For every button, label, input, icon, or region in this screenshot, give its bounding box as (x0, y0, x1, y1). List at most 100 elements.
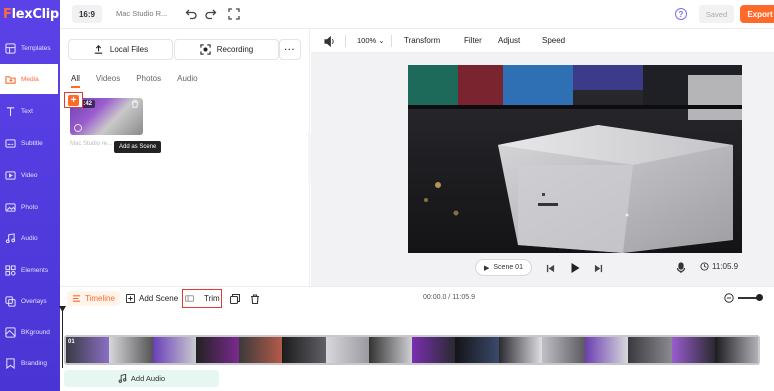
sidebar-label: Text (21, 107, 33, 115)
speed-button[interactable]: Speed (542, 36, 565, 45)
sidebar-label: Templates (21, 44, 51, 52)
add-as-scene-button[interactable]: + (64, 92, 83, 108)
media-folder-icon (5, 75, 16, 84)
flexclip-logo[interactable]: FlexClip (3, 7, 59, 22)
project-name[interactable]: Mac Studio R... (116, 9, 167, 18)
clock-icon (700, 262, 709, 271)
trim-highlight (182, 289, 222, 308)
sidebar-label: Media (21, 75, 39, 83)
video-preview[interactable] (408, 65, 742, 253)
clip-frame (325, 337, 369, 363)
sidebar-label: BKground (21, 328, 50, 336)
branding-icon (6, 357, 15, 369)
sidebar-item-elements[interactable]: Elements (0, 255, 60, 285)
flexclip-editor: FlexClip Templates Media Text Subtitle V… (0, 0, 774, 391)
sidebar-item-video[interactable]: Video (0, 160, 60, 190)
skip-back-icon[interactable] (546, 261, 555, 275)
more-options-icon[interactable]: ··· (279, 39, 301, 60)
video-frame (408, 65, 742, 253)
sidebar-label: Branding (21, 359, 48, 367)
delete-icon[interactable] (131, 100, 139, 108)
filter-button[interactable]: Filter (464, 36, 482, 45)
total-duration: 11:05.9 (700, 262, 738, 271)
templates-icon (5, 42, 16, 54)
help-icon[interactable]: ? (675, 8, 687, 20)
toolbar-divider (345, 35, 346, 47)
sidebar-label: Subtitle (21, 139, 43, 147)
sidebar-label: Overlays (21, 297, 47, 305)
recording-label: Recording (216, 45, 254, 54)
volume-icon[interactable] (324, 36, 335, 47)
skip-forward-icon[interactable] (594, 261, 603, 275)
thumbnail-name: Mac Studio re... (70, 141, 113, 147)
clip-frame (239, 337, 283, 363)
add-scene-label: Add Scene (139, 294, 179, 303)
duration-value: 11:05.9 (712, 262, 739, 271)
sidebar-item-branding[interactable]: Branding (0, 348, 60, 378)
clip-frame (368, 337, 412, 363)
photo-icon (5, 202, 16, 212)
sidebar-item-subtitle[interactable]: Subtitle (0, 128, 60, 158)
tab-audio[interactable]: Audio (177, 74, 197, 88)
subtitle-icon (5, 138, 16, 148)
export-button[interactable]: Export (740, 5, 774, 23)
add-scene-button[interactable]: Add Scene (126, 294, 178, 303)
tab-videos[interactable]: Videos (96, 74, 120, 88)
tab-photos[interactable]: Photos (136, 74, 161, 88)
duplicate-icon[interactable] (230, 294, 240, 304)
upload-icon (94, 45, 103, 54)
add-scene-icon (126, 294, 135, 303)
clip-frame (109, 337, 153, 363)
microphone-icon[interactable] (676, 261, 686, 275)
timeline-toolbar: Timeline Add Scene Trim (60, 286, 774, 310)
playhead[interactable] (62, 308, 63, 368)
clip-frame (541, 337, 585, 363)
plus-icon: + (68, 94, 79, 106)
sidebar-label: Photo (21, 203, 38, 211)
zoom-slider[interactable] (738, 294, 763, 301)
clip-frame (412, 337, 456, 363)
fullscreen-icon[interactable] (228, 8, 240, 20)
sidebar: FlexClip Templates Media Text Subtitle V… (0, 0, 60, 391)
transform-button[interactable]: Transform (404, 36, 440, 45)
scene-number: 01 (68, 339, 75, 345)
video-clip-strip[interactable] (64, 335, 760, 365)
background-icon (5, 326, 16, 338)
clip-frame (628, 337, 672, 363)
local-files-button[interactable]: Local Files (68, 39, 173, 60)
zoom-select[interactable]: 100% ⌄ (357, 36, 385, 45)
timeline-zoom[interactable] (724, 293, 763, 303)
play-icon[interactable] (570, 261, 581, 275)
add-audio-button[interactable]: Add Audio (64, 370, 219, 387)
sidebar-label: Video (21, 171, 38, 179)
clip-frame (152, 337, 196, 363)
clip-frame (498, 337, 542, 363)
text-icon (6, 106, 15, 116)
top-toolbar: 16:9 Mac Studio R... ? Saved Export (60, 0, 774, 29)
aspect-ratio-button[interactable]: 16:9 (72, 5, 102, 23)
zoom-slider-handle[interactable] (756, 294, 763, 301)
elements-icon (5, 264, 16, 276)
sidebar-item-overlays[interactable]: Overlays (0, 286, 60, 316)
logo-rest: lexClip (11, 7, 60, 22)
tab-all[interactable]: All (71, 74, 80, 88)
local-files-label: Local Files (109, 45, 149, 54)
redo-icon[interactable] (205, 8, 217, 20)
delete-icon[interactable] (250, 294, 260, 304)
undo-icon[interactable] (185, 8, 197, 20)
zoom-out-icon[interactable] (724, 293, 734, 303)
scene-selector[interactable]: ▶ Scene 01 (475, 259, 532, 276)
media-type-icon (74, 124, 82, 132)
sidebar-item-text[interactable]: Text (0, 96, 60, 126)
sidebar-item-audio[interactable]: Audio (0, 223, 60, 253)
adjust-button[interactable]: Adjust (498, 36, 520, 45)
recording-button[interactable]: Recording (174, 39, 279, 60)
timeline-button[interactable]: Timeline (67, 291, 120, 306)
sidebar-item-photo[interactable]: Photo (0, 192, 60, 222)
sidebar-item-templates[interactable]: Templates (0, 33, 60, 63)
sidebar-item-background[interactable]: BKground (0, 317, 60, 347)
zoom-value: 100% (357, 36, 377, 45)
overlays-icon (5, 295, 16, 307)
sidebar-label: Audio (21, 234, 38, 242)
sidebar-item-media[interactable]: Media (0, 64, 58, 94)
